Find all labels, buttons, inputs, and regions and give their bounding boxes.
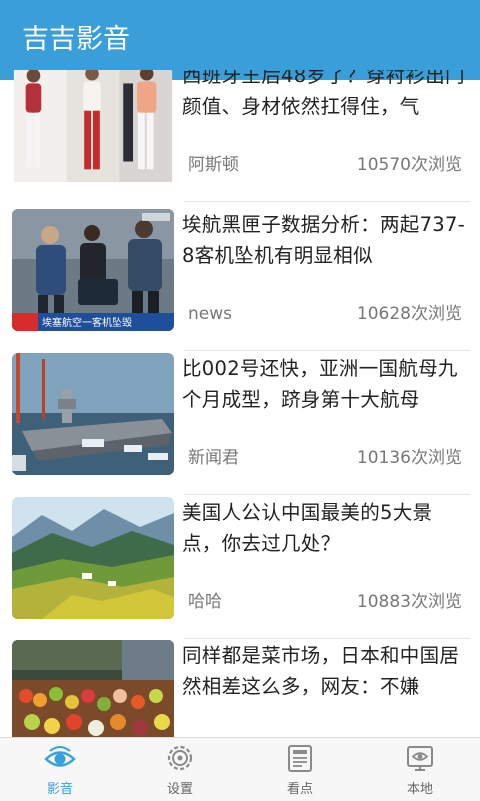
- view-count: 10628次浏览: [356, 304, 462, 324]
- fashion-photo: [13, 70, 173, 182]
- tab-label: 本地: [406, 782, 433, 797]
- news-headline[interactable]: 美国人公认中国最美的5大景点，你去过几处？: [182, 497, 466, 559]
- news-source: 阿斯顿: [188, 155, 239, 175]
- news-headline[interactable]: 比002号还快，亚洲一国航母九个月成型，跻身第十大航母: [182, 353, 466, 415]
- market-photo: [12, 640, 174, 737]
- view-count: 10883次浏览: [356, 592, 462, 612]
- eye-icon: [44, 742, 76, 774]
- news-item[interactable]: 比002号还快，亚洲一国航母九个月成型，跻身第十大航母 新闻君 10136次浏览: [12, 353, 470, 495]
- view-count: 10570次浏览: [356, 155, 462, 175]
- tab-news[interactable]: 看点: [240, 738, 360, 801]
- app-title: 吉吉影音: [22, 24, 130, 55]
- landscape-photo: [12, 497, 174, 619]
- gear-icon: [164, 742, 196, 774]
- news-item[interactable]: 埃塞航空一客机坠毁 埃航黑匣子数据分析：两起737-8客机坠机有明显相似 new…: [12, 209, 470, 351]
- tab-label: 看点: [286, 782, 313, 797]
- news-item[interactable]: 同样都是菜市场，日本和中国居然相差这么多，网友：不嫌: [12, 640, 470, 737]
- divider: [184, 638, 470, 639]
- news-headline[interactable]: 同样都是菜市场，日本和中国居然相差这么多，网友：不嫌: [182, 640, 466, 702]
- news-headline[interactable]: 埃航黑匣子数据分析：两起737-8客机坠机有明显相似: [182, 209, 466, 271]
- news-source: 哈哈: [188, 592, 222, 612]
- news-photo: 埃塞航空一客机坠毁: [12, 209, 174, 331]
- svg-text:埃塞航空一客机坠毁: 埃塞航空一客机坠毁: [42, 316, 132, 329]
- news-thumbnail: [12, 497, 174, 619]
- news-thumbnail: [12, 640, 174, 737]
- divider: [184, 350, 470, 351]
- newspaper-icon: [284, 742, 316, 774]
- news-source: news: [188, 304, 232, 324]
- divider: [184, 494, 470, 495]
- news-feed[interactable]: 西班牙王后48岁了？穿衬衫出门颜值、身材依然扛得住，气 阿斯顿 10570次浏览: [0, 70, 480, 737]
- news-item[interactable]: 美国人公认中国最美的5大景点，你去过几处？ 哈哈 10883次浏览: [12, 497, 470, 639]
- divider: [184, 201, 470, 202]
- monitor-eye-icon: [404, 742, 436, 774]
- aircraft-carrier-photo: [12, 353, 174, 475]
- bottom-tab-bar: 影音 设置 看点 本地: [0, 737, 480, 801]
- tab-settings[interactable]: 设置: [120, 738, 240, 801]
- app-header: 吉吉影音: [0, 0, 480, 80]
- tab-local[interactable]: 本地: [360, 738, 480, 801]
- view-count: 10136次浏览: [356, 448, 462, 468]
- news-item[interactable]: 西班牙王后48岁了？穿衬衫出门颜值、身材依然扛得住，气 阿斯顿 10570次浏览: [12, 70, 470, 202]
- tab-label: 影音: [46, 782, 73, 797]
- news-headline[interactable]: 西班牙王后48岁了？穿衬衫出门颜值、身材依然扛得住，气: [182, 70, 466, 122]
- news-source: 新闻君: [188, 448, 239, 468]
- news-thumbnail: [12, 70, 174, 185]
- tab-label: 设置: [166, 782, 193, 797]
- news-thumbnail: 埃塞航空一客机坠毁: [12, 209, 174, 331]
- tab-media[interactable]: 影音: [0, 738, 120, 801]
- news-thumbnail: [12, 353, 174, 475]
